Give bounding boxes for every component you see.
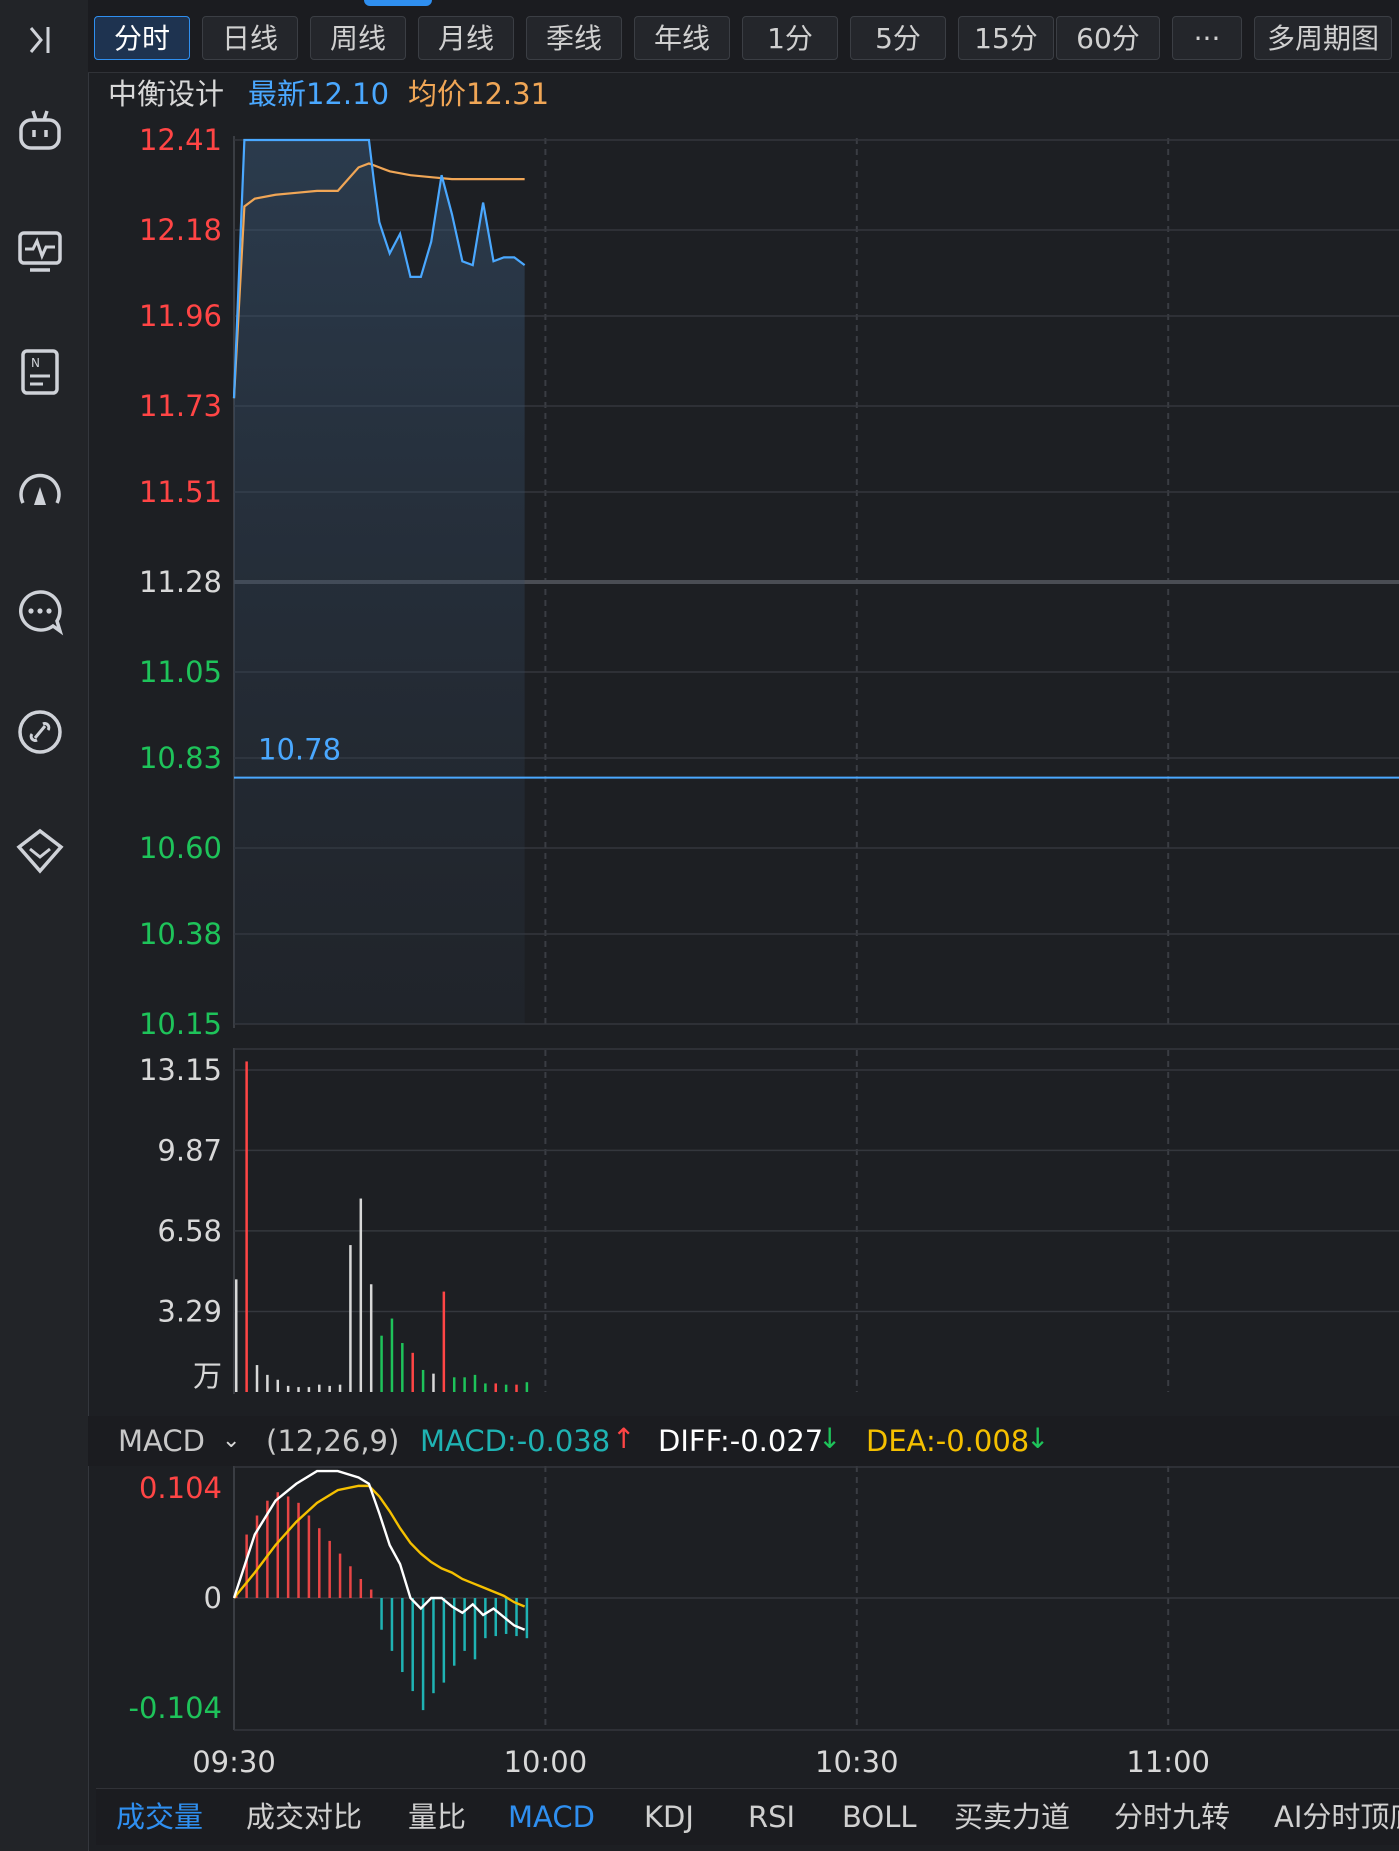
volume-bar [276,1379,280,1392]
macd-value: MACD:-0.038 [420,1424,611,1458]
volume-tick-label: 6.58 [157,1214,222,1248]
price-tick-label: 10.83 [139,741,222,775]
price-tick-label: 10.38 [139,917,222,951]
chevron-down-icon[interactable]: ⌄ [222,1416,240,1466]
indicator-tab-bar: 成交量成交对比量比 MACD KDJ RSI BOLL 买卖力道分时九转 AI分时顶底 [96,1788,1399,1845]
indicator-tab-2[interactable]: 量比 [408,1789,466,1845]
macd-bar [369,1589,373,1598]
macd-bar [286,1496,290,1598]
macd-bar [390,1598,394,1651]
macd-bar [525,1598,529,1639]
indicator-tab-4[interactable]: KDJ [644,1789,694,1845]
diff-value: DIFF:-0.027 [658,1424,824,1458]
volume-bar [235,1279,238,1392]
volume-bar [297,1387,300,1392]
macd-bar [411,1598,414,1692]
volume-bar [390,1318,394,1392]
volume-bar [473,1374,477,1392]
volume-bar [452,1377,456,1392]
macd-tick-label: 0 [204,1581,222,1615]
macd-bar [318,1528,321,1598]
macd-bar [380,1598,383,1630]
volume-unit-label: 万 [193,1359,222,1393]
price-tick-label: 12.18 [139,213,222,247]
volume-bar [463,1377,466,1392]
indicator-name: MACD [118,1424,205,1458]
price-tick-label: 11.28 [139,565,222,599]
indicator-tab-1[interactable]: 成交对比 [246,1789,362,1845]
macd-bar [504,1598,508,1634]
price-tick-label: 10.15 [139,1007,222,1041]
volume-bar [266,1374,269,1392]
indicator-select[interactable]: MACD [118,1416,205,1466]
price-tick-label: 11.73 [139,389,222,423]
volume-bar [255,1365,259,1392]
volume-bar [421,1369,425,1392]
indicator-tab-7[interactable]: 买卖力道 [954,1789,1070,1845]
volume-bar [369,1284,373,1392]
volume-bar [504,1384,508,1392]
indicator-tab-8[interactable]: 分时九转 [1114,1789,1230,1845]
volume-tick-label: 9.87 [157,1133,222,1167]
macd-bar [484,1598,487,1639]
dea-value: DEA:-0.008 [866,1424,1030,1458]
macd-tick-label: 0.104 [139,1471,222,1505]
macd-bar [245,1534,248,1598]
volume-bar [380,1335,383,1392]
price-marker-label: 10.78 [258,733,341,767]
time-axis-label: 10:00 [504,1745,588,1779]
volume-bar [307,1387,311,1392]
macd-bar [463,1598,466,1651]
volume-bar [286,1385,290,1392]
indicator-tab-3[interactable]: MACD [508,1789,595,1845]
dea-down-arrow-icon: ↓ [1026,1422,1050,1455]
volume-bar [401,1343,404,1392]
price-area [234,140,525,1024]
indicator-tab-5[interactable]: RSI [748,1789,795,1845]
volume-bar [359,1198,363,1392]
indicator-tab-9[interactable]: AI分时顶底 [1274,1789,1399,1845]
volume-tick-label: 3.29 [157,1294,222,1328]
macd-tick-label: -0.104 [129,1691,223,1725]
volume-bar [245,1061,248,1392]
volume-bar [442,1291,446,1392]
macd-bar [401,1598,404,1673]
macd-bar [432,1598,435,1694]
price-tick-label: 11.96 [139,299,222,333]
volume-bar [525,1382,529,1392]
price-tick-label: 11.05 [139,655,222,689]
volume-bar [484,1383,487,1392]
macd-up-arrow-icon: ↑ [612,1422,636,1455]
macd-bar [338,1553,342,1598]
time-axis-label: 11:00 [1126,1745,1210,1779]
diff-down-arrow-icon: ↓ [818,1422,842,1455]
indicator-tab-0[interactable]: 成交量 [116,1789,203,1845]
volume-bar [318,1384,321,1392]
volume-bar [328,1385,331,1392]
macd-bar [349,1566,352,1598]
macd-bar [307,1515,311,1598]
price-tick-label: 12.41 [139,123,222,157]
volume-bar [515,1384,518,1392]
intraday-chart[interactable]: 12.41 12.18 11.96 11.73 11.51 11.28 11.05 10.83… [0,0,1399,1851]
time-axis-label: 10:30 [815,1745,899,1779]
volume-bar [411,1352,414,1392]
indicator-tab-6[interactable]: BOLL [842,1789,917,1845]
price-tick-label: 11.51 [139,475,222,509]
macd-bar [297,1502,300,1598]
macd-header: MACD ⌄ (12,26,9) MACD:-0.038 ↑ DIFF:-0.0… [88,1416,1399,1466]
volume-bar [494,1383,497,1392]
volume-tick-label: 13.15 [139,1053,222,1087]
volume-bar [432,1373,435,1392]
time-axis-label: 09:30 [192,1745,276,1779]
macd-params: (12,26,9) [266,1424,400,1458]
macd-bar [421,1598,425,1711]
macd-bar [442,1598,446,1683]
macd-bar [494,1598,497,1637]
macd-bar [328,1540,331,1598]
price-tick-label: 10.60 [139,831,222,865]
volume-bar [338,1384,342,1392]
macd-bar [359,1578,363,1598]
volume-bar [349,1245,352,1392]
